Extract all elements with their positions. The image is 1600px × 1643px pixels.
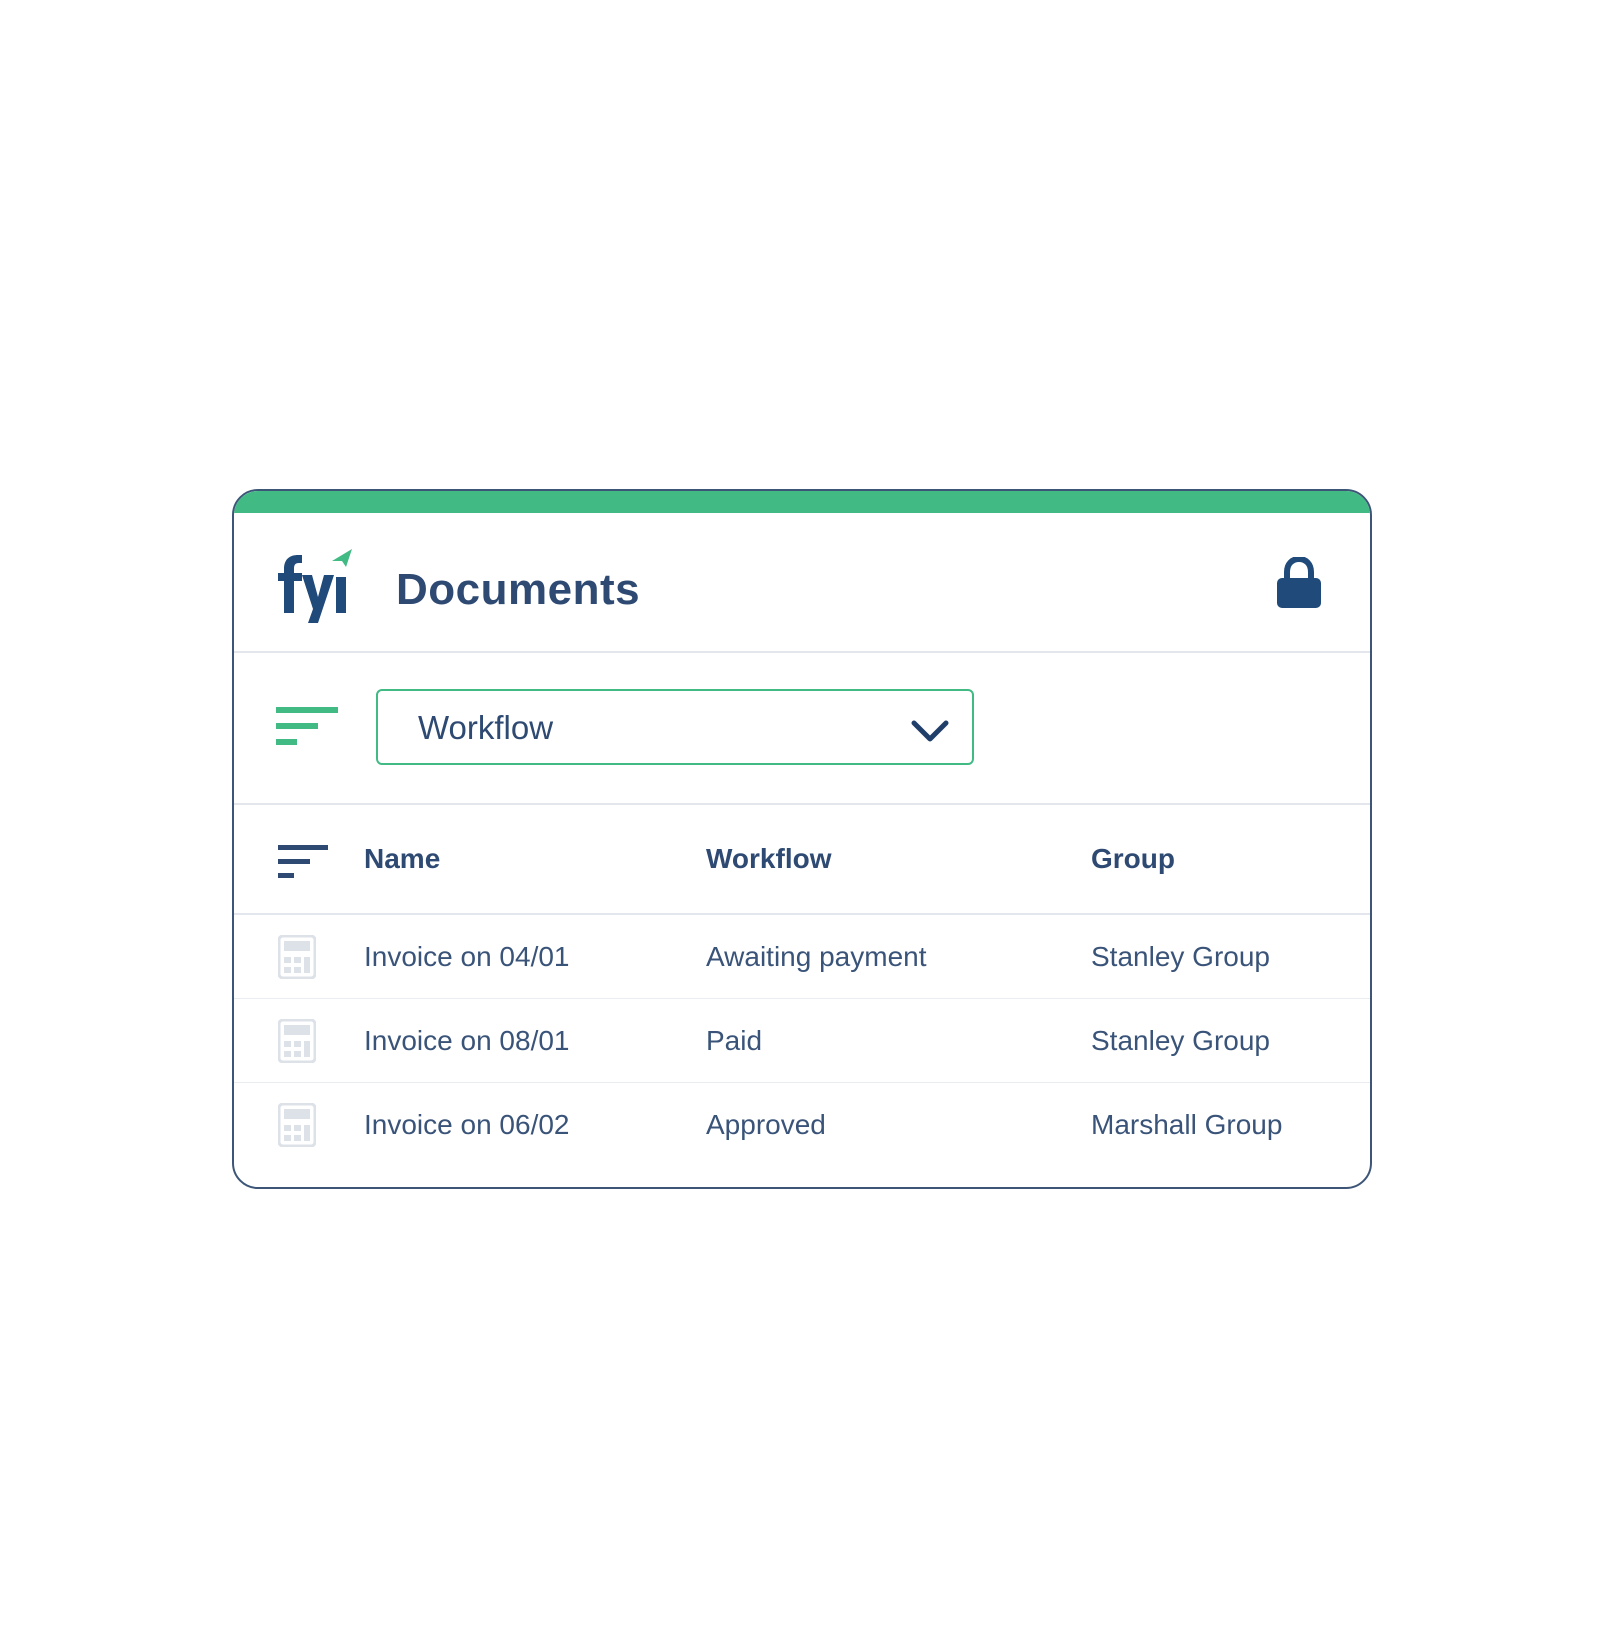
column-header-group[interactable]: Group: [1091, 843, 1175, 875]
table-header: Name Workflow Group: [234, 805, 1370, 915]
calculator-icon: [278, 935, 316, 979]
workflow-select[interactable]: Workflow: [376, 689, 974, 765]
column-header-name[interactable]: Name: [364, 843, 440, 875]
row-name: Invoice on 04/01: [364, 941, 570, 972]
workflow-select-value: Workflow: [418, 709, 554, 746]
fyi-logo-icon: [278, 549, 352, 623]
row-workflow: Awaiting payment: [706, 941, 927, 972]
row-group: Stanley Group: [1091, 1025, 1270, 1056]
documents-card: Documents Workflow Name Workflow Group I…: [232, 489, 1372, 1189]
column-header-workflow[interactable]: Workflow: [706, 843, 831, 875]
table-row[interactable]: Invoice on 06/02 Approved Marshall Group: [234, 1083, 1370, 1167]
sort-icon[interactable]: [278, 845, 328, 879]
row-workflow: Approved: [706, 1109, 826, 1140]
row-workflow: Paid: [706, 1025, 763, 1056]
lock-icon[interactable]: [1276, 557, 1322, 609]
calculator-icon: [278, 1019, 316, 1063]
filter-icon[interactable]: [276, 705, 338, 747]
calculator-icon: [278, 1103, 316, 1147]
table-row[interactable]: Invoice on 08/01 Paid Stanley Group: [234, 999, 1370, 1083]
row-group: Stanley Group: [1091, 941, 1270, 972]
row-name: Invoice on 08/01: [364, 1025, 570, 1056]
card-accent-bar: [234, 491, 1370, 513]
row-name: Invoice on 06/02: [364, 1109, 570, 1140]
chevron-down-icon: [911, 720, 949, 742]
card-header: Documents: [234, 513, 1370, 653]
table-row[interactable]: Invoice on 04/01 Awaiting payment Stanle…: [234, 915, 1370, 999]
page-title: Documents: [396, 565, 641, 614]
row-group: Marshall Group: [1091, 1109, 1283, 1140]
filter-bar: Workflow: [234, 653, 1370, 805]
